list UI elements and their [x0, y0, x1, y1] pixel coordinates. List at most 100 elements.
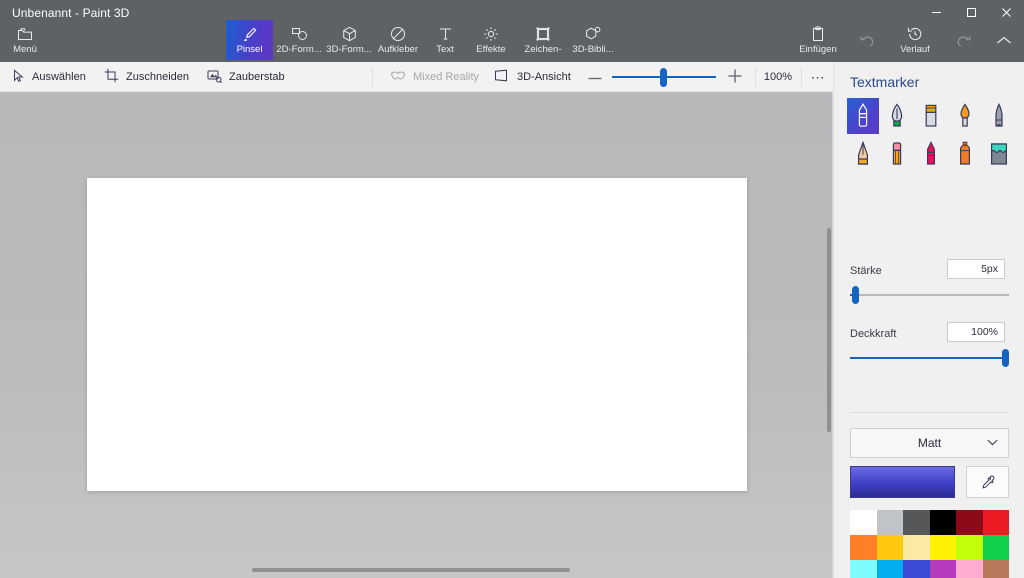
opacity-slider-fill	[850, 357, 1009, 359]
tab-3d-library[interactable]: 3D-Bibli...	[569, 20, 617, 60]
thickness-slider-thumb[interactable]	[852, 286, 859, 304]
tab-stickers[interactable]: Aufkleber	[374, 20, 422, 60]
tab-text-label: Text	[436, 44, 454, 55]
magic-wand-icon	[207, 69, 222, 86]
folder-icon	[17, 25, 33, 42]
tab-3d-library-label: 3D-Bibli...	[572, 44, 614, 55]
color-swatch-0[interactable]	[850, 510, 877, 535]
zoom-in-button[interactable]	[724, 62, 746, 92]
current-color-swatch[interactable]	[850, 466, 955, 498]
opacity-slider[interactable]	[850, 349, 1009, 367]
color-swatch-3[interactable]	[929, 510, 956, 535]
fill-bucket-brush[interactable]	[983, 136, 1015, 172]
zoom-out-button[interactable]	[584, 62, 606, 92]
history-label: Verlauf	[900, 44, 930, 55]
thickness-slider[interactable]	[850, 286, 1009, 304]
select-tool-label: Auswählen	[32, 71, 86, 83]
eyedropper-icon	[982, 475, 995, 488]
color-swatch-9[interactable]	[929, 535, 956, 560]
tab-canvas-label: Zeichen-	[524, 44, 562, 55]
tab-canvas[interactable]: Zeichen-	[519, 20, 567, 60]
view-3d-label: 3D-Ansicht	[517, 71, 571, 83]
color-swatch-8[interactable]	[903, 535, 930, 560]
zoom-out-icon	[588, 71, 602, 83]
pixel-pen-brush[interactable]	[983, 98, 1015, 134]
thickness-label: Stärke	[850, 265, 882, 277]
text-icon	[438, 25, 453, 42]
select-tool-button[interactable]: Auswählen	[8, 62, 90, 92]
mixed-reality-label: Mixed Reality	[413, 71, 480, 83]
undo-button[interactable]	[848, 20, 886, 60]
history-button[interactable]: Verlauf	[892, 20, 938, 60]
chevron-down-icon	[987, 438, 998, 449]
view-3d-button[interactable]: 3D-Ansicht	[490, 62, 575, 92]
toolbar-divider-1	[372, 67, 373, 87]
panel-title: Textmarker	[850, 74, 920, 90]
crayon-brush[interactable]	[915, 136, 947, 172]
tab-menu[interactable]: Menü	[4, 20, 46, 60]
cursor-select-icon	[12, 68, 25, 86]
color-swatch-11[interactable]	[982, 535, 1009, 560]
color-swatch-7[interactable]	[876, 535, 903, 560]
collapse-ribbon-button[interactable]	[988, 20, 1020, 60]
calligraphy-pen-brush[interactable]	[881, 98, 913, 134]
eraser-brush[interactable]	[881, 136, 913, 172]
more-options-button[interactable]: ⋯	[805, 62, 831, 92]
horizontal-scrollbar[interactable]	[252, 568, 570, 572]
panel-divider	[850, 412, 1009, 413]
tab-2d-shapes[interactable]: 2D-Form...	[275, 20, 323, 60]
crop-tool-button[interactable]: Zuschneiden	[100, 62, 193, 92]
canvas-icon	[535, 25, 551, 42]
color-swatch-4[interactable]	[956, 510, 983, 535]
watercolor-brush[interactable]	[949, 98, 981, 134]
mixed-reality-button[interactable]: Mixed Reality	[386, 62, 483, 92]
thickness-value[interactable]: 5px	[947, 259, 1005, 279]
color-swatch-6[interactable]	[850, 535, 877, 560]
shapes-3d-icon	[342, 25, 357, 42]
color-swatch-10[interactable]	[956, 535, 983, 560]
tab-3d-shapes[interactable]: 3D-Form...	[325, 20, 373, 60]
view-3d-icon	[494, 69, 510, 85]
workspace[interactable]	[0, 92, 833, 578]
color-swatch-1[interactable]	[876, 510, 903, 535]
color-swatch-5[interactable]	[982, 510, 1009, 535]
zoom-slider-thumb[interactable]	[660, 68, 667, 87]
shapes-2d-icon	[291, 25, 308, 42]
redo-button[interactable]	[944, 20, 982, 60]
material-dropdown-label: Matt	[917, 436, 942, 450]
tab-effects[interactable]: Effekte	[468, 20, 514, 60]
library-3d-icon	[585, 25, 601, 42]
oil-brush[interactable]	[915, 98, 947, 134]
opacity-value[interactable]: 100%	[947, 322, 1005, 342]
paste-button[interactable]: Einfügen	[794, 20, 842, 60]
zoom-slider[interactable]	[612, 68, 716, 87]
spray-can-brush[interactable]	[949, 136, 981, 172]
color-swatch-12[interactable]	[850, 560, 877, 578]
color-swatch-13[interactable]	[876, 560, 903, 578]
drawing-canvas[interactable]	[87, 178, 747, 491]
tab-effects-label: Effekte	[476, 44, 506, 55]
paste-icon	[811, 25, 825, 42]
color-swatch-16[interactable]	[956, 560, 983, 578]
color-palette	[850, 510, 1009, 578]
magic-wand-button[interactable]: Zauberstab	[203, 62, 289, 92]
color-swatch-14[interactable]	[903, 560, 930, 578]
brush-grid	[847, 98, 1015, 172]
tab-menu-label: Menü	[13, 44, 37, 55]
color-swatch-17[interactable]	[982, 560, 1009, 578]
pencil-brush[interactable]	[847, 136, 879, 172]
color-swatch-2[interactable]	[903, 510, 930, 535]
opacity-slider-thumb[interactable]	[1002, 349, 1009, 367]
eyedropper-button[interactable]	[966, 466, 1009, 498]
toolbar-divider-3	[801, 67, 802, 87]
vertical-scrollbar[interactable]	[827, 228, 831, 432]
tab-text[interactable]: Text	[424, 20, 466, 60]
paint3d-window: Unbenannt - Paint 3D Menü Pinsel 2D-Form…	[0, 0, 1024, 578]
marker-brush[interactable]	[847, 98, 879, 134]
tab-pinsel[interactable]: Pinsel	[226, 20, 273, 60]
thickness-slider-track	[850, 294, 1009, 296]
material-dropdown[interactable]: Matt	[850, 428, 1009, 458]
color-swatch-15[interactable]	[929, 560, 956, 578]
sticker-icon	[390, 25, 406, 42]
brush-icon	[242, 25, 258, 42]
